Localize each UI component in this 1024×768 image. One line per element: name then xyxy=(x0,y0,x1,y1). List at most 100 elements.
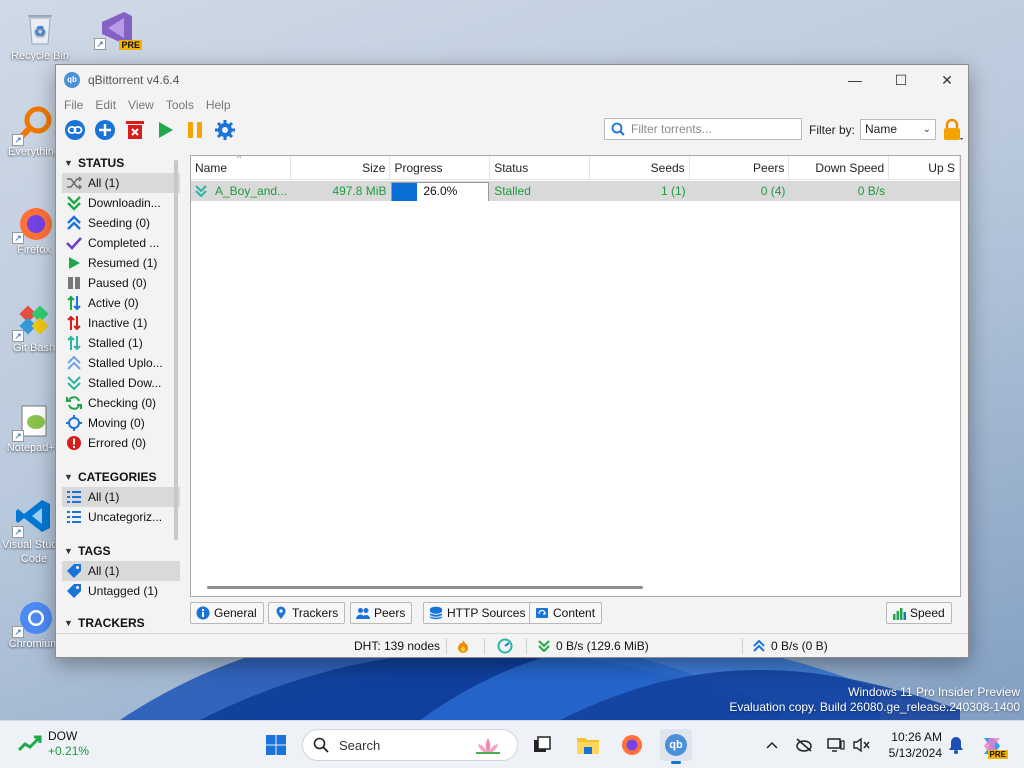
status-filter-downloading[interactable]: Downloadin... xyxy=(62,193,180,213)
menu-file[interactable]: File xyxy=(60,98,91,112)
download-speed-status[interactable]: 0 B/s (129.6 MiB) xyxy=(538,634,649,658)
desktop-icon-visual-studio[interactable]: PRE ↗ xyxy=(78,8,154,50)
add-torrent-link-button[interactable] xyxy=(60,116,90,144)
show-hidden-icons-button[interactable] xyxy=(760,733,784,757)
column-header-seeds[interactable]: Seeds xyxy=(590,156,690,180)
status-section-header[interactable]: ▼ STATUS xyxy=(62,153,180,173)
progress-bar: 26.0% xyxy=(391,182,490,201)
status-filter-stalled-downloading[interactable]: Stalled Dow... xyxy=(62,373,180,393)
desktop-icon-label: Recycle Bin xyxy=(10,50,70,62)
taskbar-search[interactable]: Search xyxy=(302,729,518,761)
watermark-line-1: Windows 11 Pro Insider Preview xyxy=(848,685,1020,699)
tag-filter-untagged[interactable]: Untagged (1) xyxy=(62,581,180,601)
sidebar-scrollbar[interactable] xyxy=(174,160,178,540)
status-filter-stalled-uploading[interactable]: Stalled Uplo... xyxy=(62,353,180,373)
status-filter-checking[interactable]: Checking (0) xyxy=(62,393,180,413)
status-filter-moving[interactable]: Moving (0) xyxy=(62,413,180,433)
close-button[interactable]: ✕ xyxy=(924,65,970,95)
firefox-taskbar-button[interactable] xyxy=(616,729,648,761)
lock-ui-button[interactable] xyxy=(940,118,964,145)
tab-http-sources[interactable]: HTTP Sources xyxy=(423,602,533,624)
notifications-button[interactable] xyxy=(944,733,968,757)
resume-button[interactable] xyxy=(150,116,180,144)
filter-torrents-box[interactable] xyxy=(604,118,802,140)
gear-icon xyxy=(215,120,235,140)
status-filter-resumed[interactable]: Resumed (1) xyxy=(62,253,180,273)
taskbar: DOW +0.21% Search qb 10:26 AM 5/13/2024 … xyxy=(0,720,1024,768)
tags-section-header[interactable]: ▼ TAGS xyxy=(62,541,180,561)
info-icon xyxy=(196,606,210,620)
stock-chart-icon xyxy=(18,735,42,752)
category-filter-all[interactable]: All (1) xyxy=(62,487,180,507)
desktop-icon-recycle-bin[interactable]: ♻ Recycle Bin xyxy=(2,8,78,62)
categories-section-header[interactable]: ▼ CATEGORIES xyxy=(62,467,180,487)
status-filter-stalled[interactable]: Stalled (1) xyxy=(62,333,180,353)
column-header-progress[interactable]: Progress xyxy=(390,156,491,180)
error-icon xyxy=(66,435,82,451)
table-row[interactable]: A_Boy_and... 497.8 MiB 26.0% Stalled 1 (… xyxy=(191,181,960,201)
status-filter-active[interactable]: Active (0) xyxy=(62,293,180,313)
menu-tools[interactable]: Tools xyxy=(162,98,202,112)
tab-general[interactable]: General xyxy=(190,602,264,624)
column-header-size[interactable]: Size xyxy=(291,156,391,180)
notepad-plus-icon: ↗ xyxy=(12,400,54,442)
tab-trackers[interactable]: Trackers xyxy=(268,602,346,624)
tab-content[interactable]: Content xyxy=(529,602,603,624)
file-explorer-button[interactable] xyxy=(572,729,604,761)
recycle-bin-icon: ♻ xyxy=(20,8,60,48)
status-filter-label: Completed ... xyxy=(88,236,160,250)
minimize-button[interactable]: — xyxy=(832,65,878,95)
system-clock[interactable]: 10:26 AM 5/13/2024 xyxy=(880,729,942,761)
firefox-icon: ↗ xyxy=(12,202,54,244)
upload-speed-status[interactable]: 0 B/s (0 B) xyxy=(753,634,828,658)
bell-icon xyxy=(949,737,963,754)
menu-bar: File Edit View Tools Help xyxy=(56,95,968,115)
menu-edit[interactable]: Edit xyxy=(91,98,124,112)
menu-help[interactable]: Help xyxy=(202,98,239,112)
database-icon xyxy=(429,606,443,620)
status-header-label: STATUS xyxy=(78,156,125,170)
volume-button[interactable] xyxy=(850,733,874,757)
status-filter-all[interactable]: All (1) xyxy=(62,173,180,193)
column-header-status[interactable]: Status xyxy=(490,156,590,180)
status-filter-label: Resumed (1) xyxy=(88,256,158,270)
qbittorrent-taskbar-button[interactable]: qb xyxy=(660,729,692,764)
speed-limit-icon[interactable] xyxy=(497,634,513,658)
delete-torrent-button[interactable] xyxy=(120,116,150,144)
options-button[interactable] xyxy=(210,116,240,144)
start-button[interactable] xyxy=(260,729,292,761)
torrent-name: A_Boy_and... xyxy=(215,184,288,198)
monitor-icon xyxy=(827,738,845,752)
tag-icon xyxy=(66,583,82,599)
pause-button[interactable] xyxy=(180,116,210,144)
maximize-button[interactable]: ☐ xyxy=(878,65,924,95)
filter-torrents-input[interactable] xyxy=(631,122,796,136)
task-view-button[interactable] xyxy=(526,729,558,761)
status-filter-completed[interactable]: Completed ... xyxy=(62,233,180,253)
add-torrent-file-button[interactable] xyxy=(90,116,120,144)
filter-by-select[interactable]: Name ⌄ xyxy=(860,119,936,140)
network-status-button[interactable] xyxy=(792,733,816,757)
tag-filter-all[interactable]: All (1) xyxy=(62,561,180,581)
column-header-down-speed[interactable]: Down Speed xyxy=(789,156,890,180)
status-filter-errored[interactable]: Errored (0) xyxy=(62,433,180,453)
column-header-peers[interactable]: Peers xyxy=(690,156,790,180)
tab-peers[interactable]: Peers xyxy=(350,602,413,624)
trackers-section-header[interactable]: ▼ TRACKERS xyxy=(62,613,180,629)
stalled-arrows-icon xyxy=(66,335,82,351)
horizontal-scrollbar[interactable] xyxy=(207,586,643,589)
status-filter-seeding[interactable]: Seeding (0) xyxy=(62,213,180,233)
stock-widget[interactable]: DOW +0.21% xyxy=(18,729,89,759)
display-button[interactable] xyxy=(824,733,848,757)
column-header-up-speed[interactable]: Up S xyxy=(889,156,960,180)
shortcut-arrow-icon: ↗ xyxy=(94,38,106,50)
qbittorrent-app-icon: qb xyxy=(64,72,80,88)
speed-tab[interactable]: Speed xyxy=(886,602,952,624)
fire-icon[interactable] xyxy=(457,634,469,658)
status-filter-inactive[interactable]: Inactive (1) xyxy=(62,313,180,333)
title-bar[interactable]: qb qBittorrent v4.6.4 — ☐ ✕ xyxy=(56,65,968,95)
menu-view[interactable]: View xyxy=(124,98,162,112)
status-filter-paused[interactable]: Paused (0) xyxy=(62,273,180,293)
copilot-button[interactable]: PRE xyxy=(978,733,1008,759)
category-filter-uncategorized[interactable]: Uncategoriz... xyxy=(62,507,180,527)
